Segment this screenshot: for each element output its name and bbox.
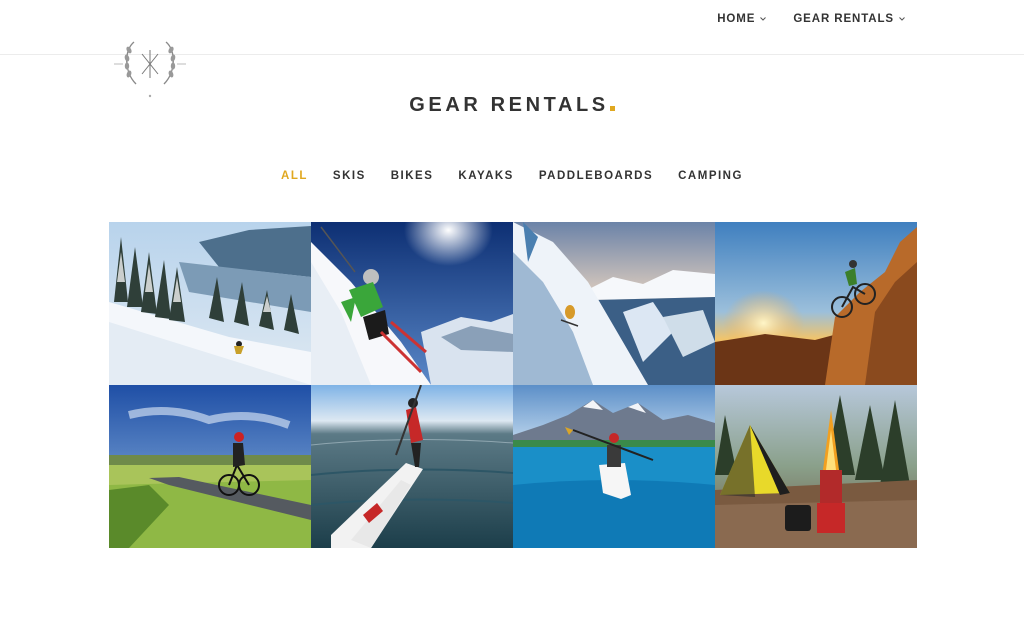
nav-item-home[interactable]: HOME [717, 13, 767, 25]
gallery-tile-paddleboard[interactable] [311, 385, 513, 548]
nav-item-gear-rentals[interactable]: GEAR RENTALS [793, 13, 906, 25]
gallery-tile-ski-green[interactable] [311, 222, 513, 385]
chevron-down-icon [760, 17, 767, 21]
kayak-image [513, 385, 715, 548]
title-accent-dot [609, 106, 615, 111]
main-nav: HOME GEAR RENTALS [717, 13, 906, 25]
gallery-tile-camping[interactable] [715, 385, 917, 548]
page-title-text: GEAR RENTALS [409, 94, 609, 116]
gallery-tile-bike-sunset[interactable] [715, 222, 917, 385]
filter-bikes[interactable]: BIKES [391, 170, 434, 182]
filter-camping[interactable]: CAMPING [678, 170, 743, 182]
nav-item-label: HOME [717, 13, 756, 25]
filter-kayaks[interactable]: KAYAKS [458, 170, 513, 182]
gear-gallery-grid [109, 222, 917, 548]
portfolio-filters: ALL SKIS BIKES KAYAKS PADDLEBOARDS CAMPI… [0, 170, 1024, 182]
gallery-tile-ski-forest[interactable] [109, 222, 311, 385]
paddleboard-image [311, 385, 513, 548]
ski-green-image [311, 222, 513, 385]
site-logo[interactable] [112, 34, 188, 102]
chevron-down-icon [899, 17, 905, 21]
camping-image [715, 385, 917, 548]
bike-road-image [109, 385, 311, 548]
gallery-tile-bike-road[interactable] [109, 385, 311, 548]
bike-sunset-image [715, 222, 917, 385]
filter-paddleboards[interactable]: PADDLEBOARDS [539, 170, 653, 182]
ski-powder-image [513, 222, 715, 385]
ski-forest-image [109, 222, 311, 385]
nav-item-label: GEAR RENTALS [793, 13, 894, 25]
filter-all[interactable]: ALL [281, 170, 308, 182]
filter-skis[interactable]: SKIS [333, 170, 366, 182]
gallery-tile-kayak[interactable] [513, 385, 715, 548]
page-title: GEAR RENTALS [0, 94, 1024, 117]
gallery-tile-ski-powder[interactable] [513, 222, 715, 385]
